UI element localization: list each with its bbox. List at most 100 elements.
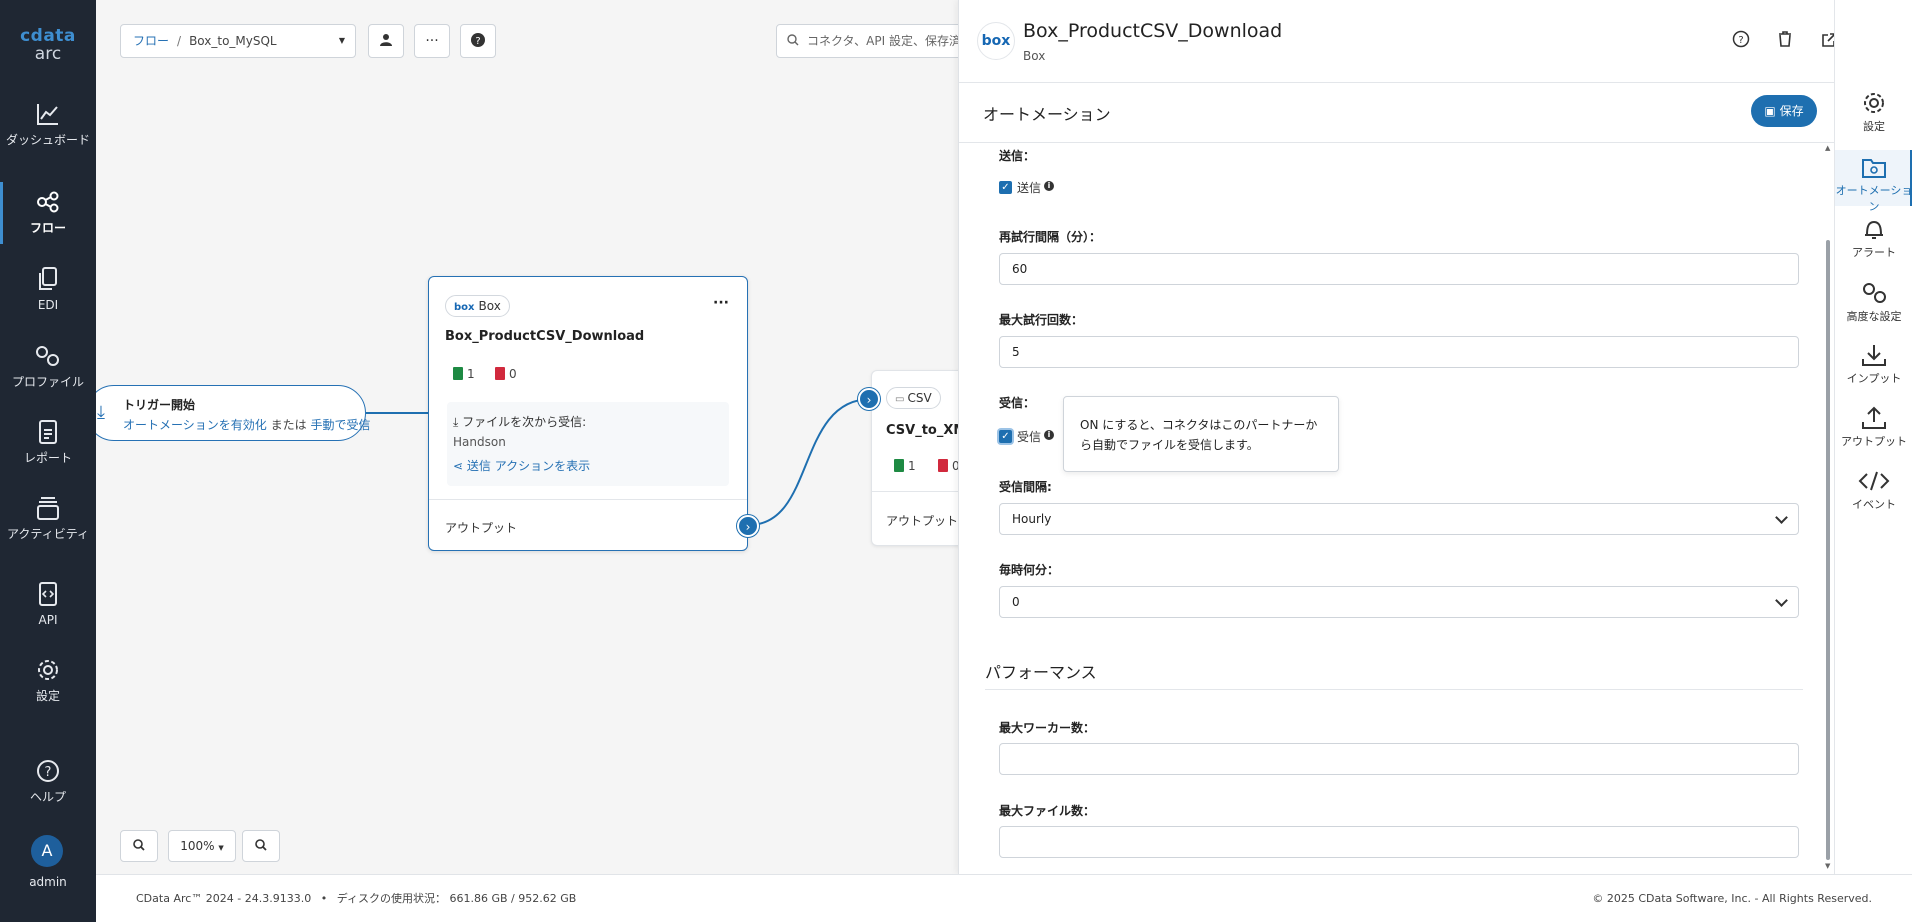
enable-automation-link[interactable]: オートメーションを有効化 [123, 418, 267, 432]
api-file-icon [39, 582, 57, 606]
info-icon[interactable]: i [1044, 181, 1055, 191]
rail-item-automation[interactable]: オートメーション [1835, 150, 1912, 213]
sidebar-item-label: 設定 [35, 689, 60, 703]
panel-scrollbar[interactable]: ▲ ▼ [1825, 144, 1831, 870]
send-checkbox-label[interactable]: 送信 i [1017, 179, 1055, 196]
sidebar-item-label: フロー [29, 221, 66, 235]
rail-item-advanced[interactable]: 高度な設定 [1835, 280, 1912, 330]
rail-item-settings[interactable]: 設定 [1835, 90, 1912, 140]
download-icon [1862, 345, 1886, 366]
sidebar-item-help[interactable]: ? ヘルプ [0, 757, 96, 804]
performance-title: パフォーマンス [985, 663, 1097, 682]
share-icon: ⋖ [453, 459, 467, 473]
node-title: Box_ProductCSV_Download [445, 329, 645, 344]
connector-settings-panel: box Box_ProductCSV_Download Box ? ✕ オートメ… [958, 0, 1880, 874]
trash-icon [1779, 31, 1791, 47]
connector-type-chip: box Box [445, 295, 510, 317]
status-footer: CData Arc™ 2024 - 24.3.9133.0 • ディスクの使用状… [96, 874, 1912, 922]
download-icon: ⤓ [97, 402, 105, 423]
max-workers-input[interactable] [999, 743, 1799, 775]
zoom-out-button[interactable] [242, 830, 280, 862]
code-icon [1858, 471, 1890, 491]
trigger-or-text: または [270, 418, 307, 432]
help-circle-icon: ? [37, 760, 59, 782]
upload-icon [1862, 406, 1886, 429]
sidebar-item-report[interactable]: レポート [0, 418, 96, 465]
rail-item-input[interactable]: インプット [1835, 342, 1912, 392]
svg-text:?: ? [1738, 35, 1743, 46]
settings-rail: 設定 オートメーション アラート 高度な設定 インプット アウトプット イベント [1834, 0, 1912, 874]
error-count[interactable]: 0 [938, 459, 958, 473]
sidebar-item-label: レポート [23, 451, 72, 465]
zoom-out-icon [255, 839, 267, 851]
version-info: CData Arc™ 2024 - 24.3.9133.0 • ディスクの使用状… [136, 892, 577, 905]
input-port-chevron-icon[interactable]: › [858, 388, 880, 410]
csv-connector-node[interactable]: ▭CSV CSV_to_XML 1 0 アウトプット [871, 370, 958, 546]
copy-documents-icon [39, 267, 57, 290]
zoom-in-icon [133, 839, 145, 851]
success-file-icon [453, 367, 463, 380]
error-count[interactable]: 0 [495, 367, 517, 381]
receive-interval-select[interactable]: Hourly [999, 503, 1799, 535]
minute-select[interactable]: 0 [999, 586, 1799, 618]
node-menu-icon[interactable]: ··· [713, 295, 729, 311]
rail-item-events[interactable]: イベント [1835, 468, 1912, 518]
performance-divider [985, 689, 1803, 690]
send-checkbox[interactable]: ✓ [999, 181, 1012, 194]
caret-down-icon: ▼ [218, 844, 224, 852]
delete-button[interactable] [1773, 28, 1797, 52]
sidebar-item-dashboard[interactable]: ダッシュボード [0, 100, 96, 147]
sidebar-item-label: ヘルプ [29, 790, 66, 804]
scroll-down-icon[interactable]: ▼ [1825, 862, 1830, 870]
success-count[interactable]: 1 [894, 459, 916, 473]
copyright: © 2025 CData Software, Inc. - All Rights… [1592, 892, 1872, 905]
sidebar-item-profile[interactable]: プロファイル [0, 342, 96, 389]
success-count[interactable]: 1 [453, 367, 475, 381]
svg-text:?: ? [45, 765, 52, 780]
zoom-in-button[interactable] [120, 830, 158, 862]
report-icon [39, 420, 57, 444]
output-port-chevron-icon[interactable]: › [737, 515, 759, 537]
box-logo-icon: box [454, 302, 475, 313]
scrollbar-thumb[interactable] [1826, 240, 1830, 860]
save-button[interactable]: ▣ 保存 [1751, 95, 1817, 127]
minute-label: 毎時何分： [999, 563, 1060, 577]
zoom-level-select[interactable]: 100% ▼ [168, 830, 236, 862]
rail-item-output[interactable]: アウトプット [1835, 405, 1912, 455]
max-attempts-input[interactable]: 5 [999, 336, 1799, 368]
section-title: オートメーション [983, 105, 1111, 124]
retry-interval-input[interactable]: 60 [999, 253, 1799, 285]
sidebar-item-activity[interactable]: アクティビティ [0, 494, 96, 541]
sidebar-item-label: アクティビティ [7, 527, 89, 541]
output-label: アウトプット [445, 521, 518, 535]
gears-icon [1863, 283, 1886, 303]
cdata-arc-logo[interactable]: cdata arc [0, 26, 96, 64]
sidebar-item-settings[interactable]: 設定 [0, 656, 96, 703]
flow-canvas[interactable]: フロー / Box_to_MySQL ▼ ··· ? コネクタ、API 設定、保存済… [96, 0, 958, 874]
scroll-up-icon[interactable]: ▲ [1825, 144, 1830, 152]
sidebar-item-flow[interactable]: フロー [0, 182, 96, 244]
trigger-actions: オートメーションを有効化 または 手動で受信 [123, 416, 370, 433]
box-connector-node[interactable]: box Box ··· Box_ProductCSV_Download 1 0 ⤓… [428, 276, 759, 551]
sidebar-item-edi[interactable]: EDI [0, 265, 96, 312]
avatar[interactable]: A [31, 835, 63, 867]
max-files-input[interactable] [999, 826, 1799, 858]
sidebar-item-api[interactable]: API [0, 580, 96, 627]
sidebar-item-label: ダッシュボード [5, 133, 90, 147]
help-button[interactable]: ? [1729, 28, 1753, 52]
info-icon[interactable]: i [1044, 430, 1055, 440]
gear-icon [38, 660, 58, 680]
receive-checkbox-label[interactable]: 受信 i [1017, 428, 1055, 445]
max-workers-label: 最大ワーカー数： [999, 721, 1096, 735]
show-send-action-link[interactable]: ⋖ 送信 アクションを表示 [453, 457, 590, 474]
disk-usage: 661.86 GB / 952.62 GB [449, 892, 577, 905]
box-logo-icon: box [977, 22, 1015, 60]
error-file-icon [495, 367, 505, 380]
rail-item-alerts[interactable]: アラート [1835, 216, 1912, 266]
manual-receive-link[interactable]: 手動で受信 [310, 418, 370, 432]
activity-icon [37, 497, 59, 520]
sidebar-item-label: EDI [37, 298, 59, 312]
download-icon: ⤓ [453, 415, 463, 429]
trigger-start-node[interactable]: ⤓ トリガー開始 オートメーションを有効化 または 手動で受信 [96, 385, 370, 441]
receive-checkbox[interactable]: ✓ [999, 430, 1012, 443]
